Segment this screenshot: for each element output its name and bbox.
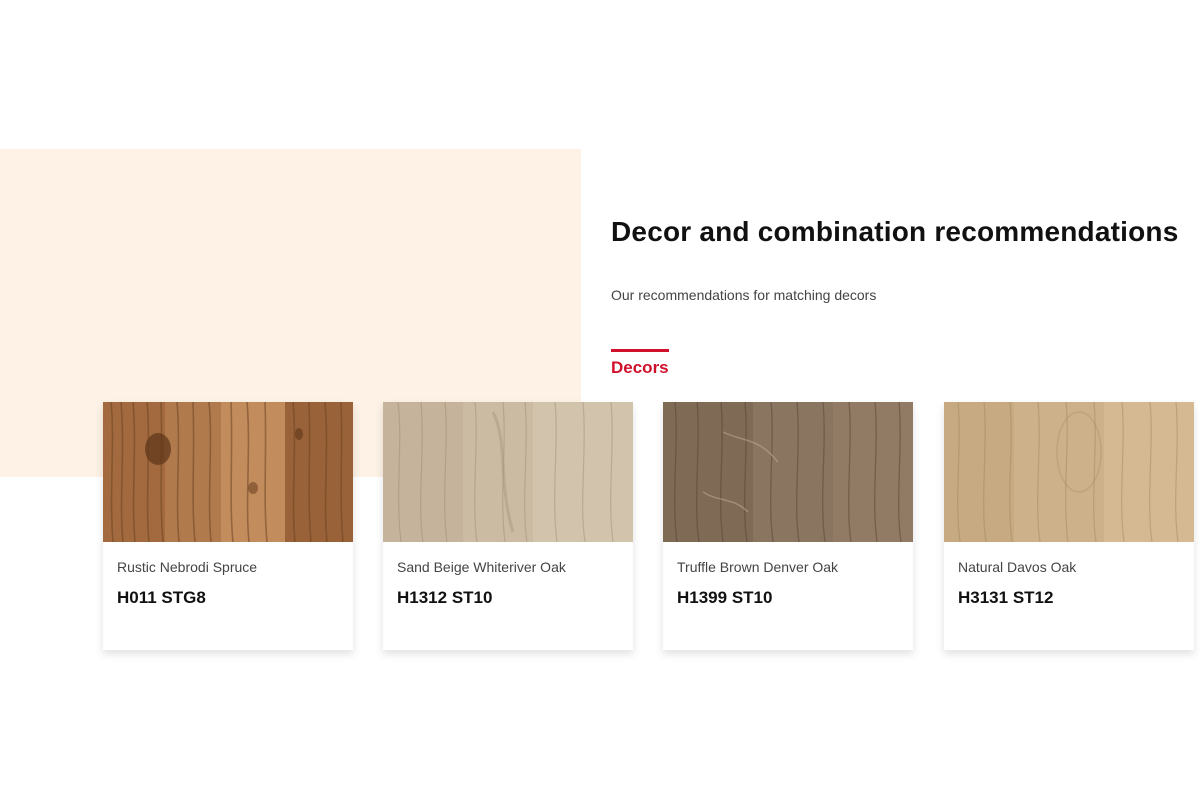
truffle-brown-oak-wood-texture: [663, 402, 913, 542]
tab-decors[interactable]: Decors: [611, 349, 669, 378]
decor-card-rustic-nebrodi-spruce[interactable]: Rustic Nebrodi Spruce H011 STG8: [103, 402, 353, 650]
decor-code: H1399 ST10: [677, 588, 773, 607]
decor-code: H1312 ST10: [397, 588, 493, 607]
decor-code: H011 STG8: [117, 588, 206, 607]
decor-name: Rustic Nebrodi Spruce: [117, 559, 258, 575]
sand-beige-oak-wood-texture: [383, 402, 633, 542]
decor-card-natural-davos-oak[interactable]: Natural Davos Oak H3131 ST12: [944, 402, 1194, 650]
decor-card-truffle-brown-denver-oak[interactable]: Truffle Brown Denver Oak H1399 ST10: [663, 402, 913, 650]
decor-name: Truffle Brown Denver Oak: [677, 559, 839, 575]
rustic-spruce-wood-texture: [103, 402, 353, 542]
decor-card-sand-beige-whiteriver-oak[interactable]: Sand Beige Whiteriver Oak H1312 ST10: [383, 402, 633, 650]
decor-code: H3131 ST12: [958, 588, 1054, 607]
section-title: Decor and combination recommendations: [611, 216, 1179, 247]
section-subtitle: Our recommendations for matching decors: [611, 287, 877, 303]
decor-name: Natural Davos Oak: [958, 559, 1077, 575]
decor-name: Sand Beige Whiteriver Oak: [397, 559, 566, 575]
natural-oak-wood-texture: [944, 402, 1194, 542]
